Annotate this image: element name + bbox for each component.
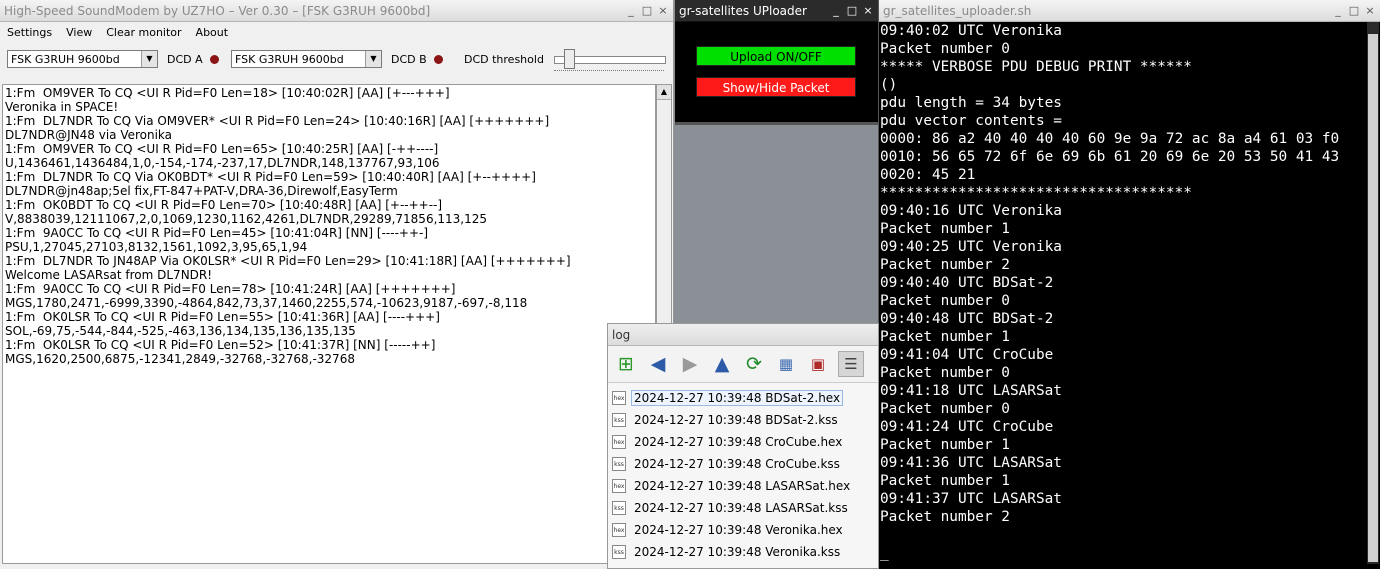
kss-file-icon: kss [612, 413, 626, 427]
dcd-a-indicator [210, 55, 219, 64]
soundmodem-menubar: Settings View Clear monitor About [0, 22, 673, 44]
file-name: 2024-12-27 10:39:48 LASARSat.kss [634, 501, 848, 515]
menu-about[interactable]: About [196, 26, 229, 40]
terminal-scrollbar[interactable] [1367, 22, 1379, 564]
back-arrow-icon[interactable]: ◀ [646, 352, 670, 376]
file-name: 2024-12-27 10:39:48 CroCube.kss [634, 457, 840, 471]
kss-file-icon: kss [612, 501, 626, 515]
hex-file-icon: hex [612, 435, 626, 449]
maximize-icon[interactable]: □ [845, 4, 859, 18]
log-title: log [612, 327, 631, 342]
hex-file-icon: hex [612, 523, 626, 537]
detail-view-icon[interactable]: ▣ [806, 352, 830, 376]
file-name: 2024-12-27 10:39:48 Veronika.hex [634, 523, 843, 537]
list-item[interactable]: hex 2024-12-27 10:39:48 LASARSat.hex [608, 475, 878, 497]
menu-settings[interactable]: Settings [7, 26, 52, 40]
dcd-b-label: DCD B [391, 53, 427, 66]
soundmodem-titlebar[interactable]: High-Speed SoundModem by UZ7HO – Ver 0.3… [0, 0, 673, 22]
list-item[interactable]: kss 2024-12-27 10:39:48 LASARSat.kss [608, 497, 878, 519]
uploader-title: gr-satellites UPloader [679, 3, 807, 18]
close-icon[interactable]: × [656, 4, 670, 18]
file-name: 2024-12-27 10:39:48 CroCube.hex [634, 435, 843, 449]
monitor-output[interactable]: 1:Fm OM9VER To CQ <UI R Pid=F0 Len=18> [… [2, 84, 656, 564]
list-item[interactable]: hex 2024-12-27 10:39:48 BDSat-2.hex [608, 387, 878, 409]
hex-file-icon: hex [612, 391, 626, 405]
up-arrow-icon[interactable]: ▲ [710, 352, 734, 376]
modem-a-select[interactable]: FSK G3RUH 9600bd ▼ [7, 50, 158, 68]
file-name: 2024-12-27 10:39:48 LASARSat.hex [634, 479, 851, 493]
minimize-icon[interactable]: _ [624, 4, 638, 18]
maximize-icon[interactable]: □ [640, 4, 654, 18]
modem-b-value: FSK G3RUH 9600bd [235, 53, 344, 66]
dcd-b-indicator [434, 55, 443, 64]
terminal-title: gr_satellites_uploader.sh [883, 3, 1032, 18]
modem-toolbar: FSK G3RUH 9600bd ▼ DCD A FSK G3RUH 9600b… [0, 44, 673, 76]
chevron-down-icon[interactable]: ▼ [365, 51, 381, 67]
scroll-up-icon[interactable]: ▲ [657, 85, 671, 100]
menu-view[interactable]: View [66, 26, 92, 40]
file-name: 2024-12-27 10:39:48 Veronika.kss [634, 545, 841, 559]
chevron-down-icon[interactable]: ▼ [141, 51, 157, 67]
show-hide-packet-button[interactable]: Show/Hide Packet [696, 77, 856, 97]
refresh-icon[interactable]: ⟳ [742, 352, 766, 376]
dcd-threshold-slider[interactable] [552, 48, 666, 74]
list-item[interactable]: kss 2024-12-27 10:39:48 BDSat-2.kss [608, 409, 878, 431]
menu-clear-monitor[interactable]: Clear monitor [106, 26, 181, 40]
dcd-threshold-label: DCD threshold [464, 53, 544, 66]
modem-a-value: FSK G3RUH 9600bd [11, 53, 120, 66]
close-icon[interactable]: × [1363, 4, 1377, 18]
terminal-titlebar[interactable]: gr_satellites_uploader.sh _ □ × [879, 0, 1380, 22]
list-item[interactable]: hex 2024-12-27 10:39:48 Veronika.hex [608, 519, 878, 541]
uploader-panel: Upload ON/OFF Show/Hide Packet [675, 22, 878, 125]
terminal-window: gr_satellites_uploader.sh _ □ × 09:40:02… [878, 0, 1380, 569]
dcd-a-label: DCD A [167, 53, 203, 66]
log-filemanager-window: log ⊞ ◀ ▶ ▲ ⟳ ▦ ▣ ☰ hex 2024-12-27 10:39… [607, 323, 879, 569]
log-titlebar[interactable]: log [608, 324, 878, 346]
new-folder-icon[interactable]: ⊞ [614, 352, 638, 376]
list-item[interactable]: kss 2024-12-27 10:39:48 CroCube.kss [608, 453, 878, 475]
close-icon[interactable]: × [861, 4, 875, 18]
maximize-icon[interactable]: □ [1347, 4, 1361, 18]
list-view-icon[interactable]: ☰ [838, 351, 864, 377]
kss-file-icon: kss [612, 457, 626, 471]
kss-file-icon: kss [612, 545, 626, 559]
slider-thumb[interactable] [564, 49, 575, 69]
uploader-titlebar[interactable]: gr-satellites UPloader _ □ × [675, 0, 878, 22]
list-item[interactable]: kss 2024-12-27 10:39:48 Veronika.kss [608, 541, 878, 563]
terminal-output[interactable]: 09:40:02 UTC Veronika Packet number 0 **… [880, 22, 1365, 562]
log-toolbar: ⊞ ◀ ▶ ▲ ⟳ ▦ ▣ ☰ [608, 346, 878, 383]
minimize-icon[interactable]: _ [829, 4, 843, 18]
upload-toggle-button[interactable]: Upload ON/OFF [696, 46, 856, 66]
forward-arrow-icon[interactable]: ▶ [678, 352, 702, 376]
terminal-scroll-thumb[interactable] [1368, 34, 1378, 562]
file-name: 2024-12-27 10:39:48 BDSat-2.hex [630, 390, 844, 406]
minimize-icon[interactable]: _ [1331, 4, 1345, 18]
log-file-list: hex 2024-12-27 10:39:48 BDSat-2.hex kss … [608, 383, 878, 563]
slider-ticks [554, 70, 664, 74]
soundmodem-window: High-Speed SoundModem by UZ7HO – Ver 0.3… [0, 0, 674, 569]
modem-b-select[interactable]: FSK G3RUH 9600bd ▼ [231, 50, 382, 68]
hex-file-icon: hex [612, 479, 626, 493]
icon-view-icon[interactable]: ▦ [774, 352, 798, 376]
list-item[interactable]: hex 2024-12-27 10:39:48 CroCube.hex [608, 431, 878, 453]
soundmodem-title: High-Speed SoundModem by UZ7HO – Ver 0.3… [4, 3, 431, 18]
file-name: 2024-12-27 10:39:48 BDSat-2.kss [634, 413, 838, 427]
